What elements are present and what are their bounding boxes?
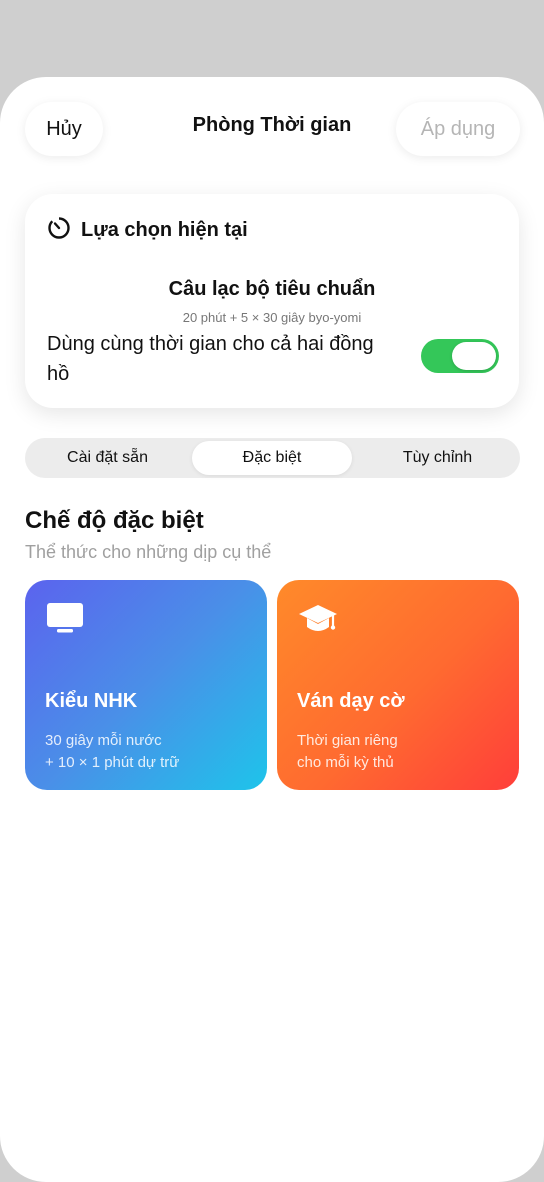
mode-description: Thời gian riêng cho mỗi kỳ thủ (297, 730, 398, 774)
mode-card-nhk[interactable]: Kiểu NHK 30 giây mỗi nước + 10 × 1 phút … (25, 580, 267, 790)
special-modes-title: Chế độ đặc biệt (25, 507, 204, 534)
tab-special[interactable]: Đặc biệt (192, 441, 352, 475)
current-selection-heading: Lựa chọn hiện tại (81, 219, 248, 241)
mode-description-line: 30 giây mỗi nước (45, 732, 162, 749)
tab-custom[interactable]: Tùy chỉnh (355, 441, 520, 475)
timer-icon (47, 216, 71, 245)
cancel-button[interactable]: Hủy (25, 102, 103, 156)
toggle-knob (452, 342, 496, 370)
mode-description-line: Thời gian riêng (297, 732, 398, 749)
mode-name: Kiểu NHK (45, 690, 138, 712)
mode-card-teaching[interactable]: Ván dạy cờ Thời gian riêng cho mỗi kỳ th… (277, 580, 519, 790)
apply-button[interactable]: Áp dụng (396, 102, 520, 156)
graduation-cap-icon (298, 602, 338, 643)
tab-presets[interactable]: Cài đặt sẵn (25, 441, 190, 475)
tv-icon (46, 602, 84, 639)
page-title: Phòng Thời gian (192, 114, 352, 136)
mode-description-line: + 10 × 1 phút dự trữ (45, 754, 180, 771)
current-selection-header: Lựa chọn hiện tại (47, 216, 248, 245)
preset-name: Câu lạc bộ tiêu chuẩn (168, 278, 376, 300)
mode-description-line: cho mỗi kỳ thủ (297, 754, 394, 771)
preset-detail: 20 phút + 5 × 30 giây byo-yomi (182, 310, 362, 325)
mode-description: 30 giây mỗi nước + 10 × 1 phút dự trữ (45, 730, 179, 774)
same-time-toggle[interactable] (421, 339, 499, 373)
mode-name: Ván dạy cờ (297, 690, 405, 712)
current-selection-card: Lựa chọn hiện tại Câu lạc bộ tiêu chuẩn … (25, 194, 519, 408)
same-time-label: Dùng cùng thời gian cho cả hai đồng hồ (47, 333, 374, 385)
mode-segmented-control: Cài đặt sẵn Đặc biệt Tùy chỉnh (25, 438, 520, 478)
special-modes-subtitle: Thể thức cho những dịp cụ thể (25, 542, 272, 562)
time-control-sheet: Hủy Phòng Thời gian Áp dụng Lựa chọn hiệ… (0, 77, 544, 1182)
